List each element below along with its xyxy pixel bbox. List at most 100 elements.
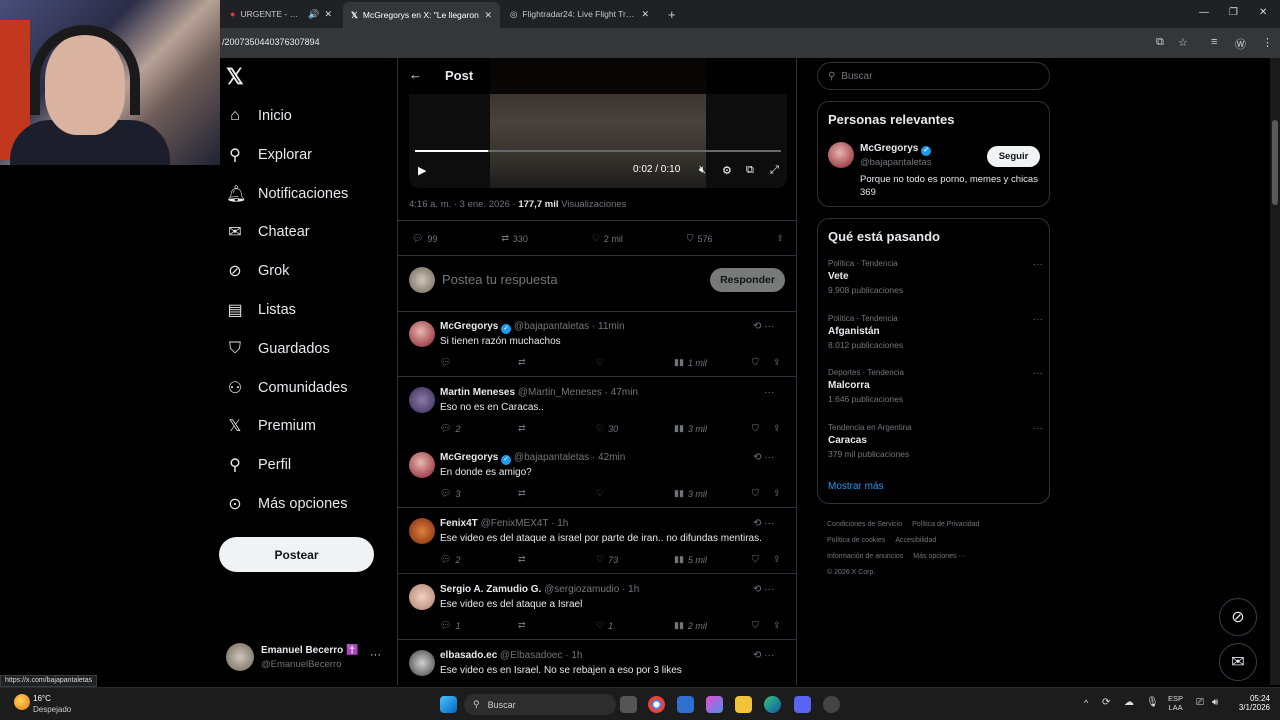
views-icon[interactable]: ▮▮ 5 mil [674, 554, 707, 565]
share-action[interactable]: ⇪ [776, 233, 784, 244]
share-icon[interactable]: ⇪ [773, 554, 781, 565]
close-tab-icon[interactable]: ✕ [484, 10, 492, 21]
views-icon[interactable]: ▮▮ 1 mil [674, 357, 707, 368]
heart-icon[interactable]: ♡ [596, 488, 608, 499]
nav-item-perfil[interactable]: ⚲ Perfil [226, 450, 291, 480]
nav-item-inicio[interactable]: ⌂ Inicio [226, 101, 292, 131]
star-icon[interactable]: ☆ [1178, 36, 1188, 49]
heart-icon[interactable]: ♡ 1 [596, 620, 613, 631]
chrome-icon[interactable] [648, 696, 665, 713]
nav-item-explorar[interactable]: ⚲ Explorar [226, 140, 312, 170]
tab-search-icon[interactable]: ≡ [1211, 36, 1217, 48]
new-tab-button[interactable]: + [660, 4, 682, 24]
mail-app-icon[interactable] [677, 696, 694, 713]
bookmark-icon[interactable]: ⛉ [752, 554, 759, 565]
restore-icon[interactable]: ❐ [1229, 7, 1238, 18]
nav-item-mas-opciones[interactable]: ⊙ Más opciones [226, 489, 347, 519]
reply-icon[interactable]: 💬︎ 2 [440, 423, 460, 434]
nav-item-grok[interactable]: ⊘ Grok [226, 256, 289, 286]
post-button[interactable]: Postear [219, 537, 374, 572]
more-icon[interactable]: ⟲ ··· [753, 321, 774, 332]
repost-icon[interactable]: ⇄ [518, 423, 530, 434]
sync-icon[interactable]: ⟳ [1102, 697, 1110, 708]
reply-icon[interactable]: 💬︎ 1 [440, 620, 460, 631]
tab-mcgregorys[interactable]: 𝕏 McGregorys en X: "Le llegaron ✕ [343, 2, 500, 28]
volume-icon[interactable]: 🔊︎ [1212, 697, 1218, 708]
bookmark-icon[interactable]: ⛉ [752, 357, 759, 368]
avatar[interactable] [828, 142, 854, 168]
nav-item-listas[interactable]: ▤ Listas [226, 295, 295, 325]
discord-icon[interactable] [794, 696, 811, 713]
author-name[interactable]: elbasado.ec [440, 650, 497, 661]
share-icon[interactable]: ⇪ [773, 488, 781, 499]
nav-item-notificaciones[interactable]: 🔔︎ Notificaciones [226, 179, 348, 209]
url-field[interactable]: /2007350440376307894 [222, 37, 320, 47]
scrollbar-thumb[interactable] [1272, 120, 1278, 205]
show-more-link[interactable]: Mostrar más [828, 481, 884, 492]
bookmark-icon[interactable]: ⛉ [752, 423, 759, 434]
author-name[interactable]: Fenix4T [440, 518, 478, 529]
reply-icon[interactable]: 💬︎ 2 [440, 554, 460, 565]
mic-icon[interactable]: 🎙︎ [1146, 697, 1159, 708]
close-window-icon[interactable]: ✕ [1259, 7, 1267, 18]
heart-icon[interactable]: ♡ [596, 357, 608, 368]
bookmark-icon[interactable]: ⛉ [752, 488, 759, 499]
trend-item[interactable]: Política · Tendencia Afganistán 8.012 pu… [828, 314, 1043, 350]
clock[interactable]: 05:24 3/1/2026 [1230, 694, 1270, 712]
share-icon[interactable]: ⇪ [773, 357, 781, 368]
more-icon[interactable]: ⟲ ··· [753, 518, 774, 529]
windows-start-icon[interactable] [440, 696, 457, 713]
more-icon[interactable]: ··· [1033, 314, 1043, 325]
more-icon[interactable]: ··· [1033, 259, 1043, 270]
author-name[interactable]: Sergio A. Zamudio G. [440, 584, 541, 595]
views-icon[interactable]: ▮▮ 3 mil [674, 423, 707, 434]
fullscreen-icon[interactable]: ⤢ [770, 164, 779, 177]
search-input[interactable]: ⚲ Buscar [817, 62, 1050, 90]
taskbar-search[interactable]: ⚲ Buscar [464, 694, 616, 715]
back-arrow-icon[interactable]: ← [409, 67, 422, 82]
trend-item[interactable]: Tendencia en Argentina Caracas 379 mil p… [828, 423, 1043, 459]
author-name[interactable]: McGregorys [440, 452, 498, 463]
reply-composer-input[interactable]: Postea tu respuesta [442, 272, 558, 287]
bookmark-icon[interactable]: ⛉ [752, 620, 759, 631]
heart-icon[interactable]: ♡ 30 [596, 423, 618, 434]
repost-icon[interactable]: ⇄ [518, 357, 530, 368]
repost-action[interactable]: ⇄ 330 [501, 233, 528, 244]
obs-icon[interactable] [823, 696, 840, 713]
more-icon[interactable]: ⟲ ··· [753, 452, 774, 463]
tab-urgente[interactable]: ● URGENTE - EXPLOS 🔊 ✕ [222, 4, 340, 24]
reply-icon[interactable]: 💬︎ 3 [440, 488, 460, 499]
more-icon[interactable]: ··· [1033, 368, 1043, 379]
views-icon[interactable]: ▮▮ 3 mil [674, 488, 707, 499]
heart-icon[interactable]: ♡ 73 [596, 554, 618, 565]
nav-item-premium[interactable]: 𝕏 Premium [226, 411, 316, 441]
relevant-name[interactable]: McGregorys ✓ [860, 143, 932, 156]
more-icon[interactable]: ··· [370, 649, 381, 661]
nav-item-guardados[interactable]: ⛉ Guardados [226, 334, 330, 364]
chevron-up-icon[interactable]: ^ [1084, 698, 1088, 708]
language-indicator[interactable]: ESP LAA [1168, 694, 1183, 712]
grok-fab-button[interactable]: ⊘ [1219, 598, 1257, 636]
footer-link[interactable]: Más opciones ··· [913, 553, 965, 560]
trend-item[interactable]: Deportes · Tendencia Malcorra 1.646 publ… [828, 368, 1043, 404]
nav-item-comunidades[interactable]: ⚇ Comunidades [226, 373, 348, 403]
messages-fab-button[interactable]: ✉ [1219, 643, 1257, 681]
share-icon[interactable]: ⇪ [773, 423, 781, 434]
like-action[interactable]: ♡ 2 mil [592, 233, 623, 244]
account-switcher[interactable]: Emanuel Becerro ✝️ @EmanuelBecerro ··· [226, 643, 386, 675]
reply-action[interactable]: 💬︎ 99 [412, 233, 437, 244]
cloud-icon[interactable]: ☁ [1124, 697, 1134, 708]
minimize-icon[interactable]: — [1199, 7, 1209, 18]
footer-link[interactable]: Información de anuncios [827, 553, 903, 560]
repost-icon[interactable]: ⇄ [518, 554, 530, 565]
close-tab-icon[interactable]: ✕ [324, 9, 332, 20]
more-icon[interactable]: ··· [753, 387, 774, 398]
repost-icon[interactable]: ⇄ [518, 620, 530, 631]
copilot-icon[interactable] [706, 696, 723, 713]
trend-item[interactable]: Política · Tendencia Vete 9.908 publicac… [828, 259, 1043, 295]
install-app-icon[interactable]: ⧉ [1156, 36, 1164, 49]
pip-icon[interactable]: ⧉ [746, 164, 754, 177]
author-name[interactable]: McGregorys [440, 321, 498, 332]
more-icon[interactable]: ⟲ ··· [753, 584, 774, 595]
close-tab-icon[interactable]: ✕ [641, 9, 649, 20]
